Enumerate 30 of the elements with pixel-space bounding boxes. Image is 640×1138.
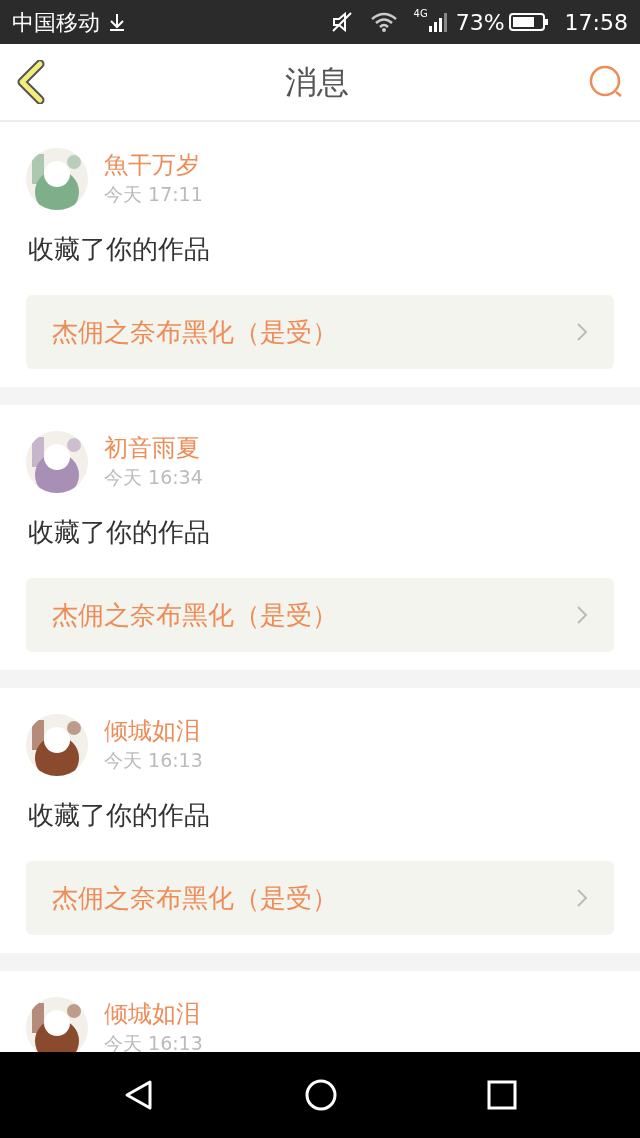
message-time: 今天 16:13 <box>104 747 203 773</box>
message-text: 收藏了你的作品 <box>28 233 211 266</box>
work-link[interactable]: 杰佣之奈布黑化（是受） <box>26 578 614 652</box>
message-time: 今天 17:11 <box>104 181 203 207</box>
user-name[interactable]: 倾城如泪 <box>104 715 203 746</box>
network-label: 4G <box>413 7 428 21</box>
chevron-icon <box>576 888 588 908</box>
carrier-name: 中国移动 <box>12 8 100 37</box>
work-link[interactable]: 杰佣之奈布黑化（是受） <box>26 861 614 935</box>
chevron-icon <box>576 322 588 342</box>
user-name[interactable]: 魚干万岁 <box>104 149 203 180</box>
message-text: 收藏了你的作品 <box>28 799 211 832</box>
back-icon[interactable] <box>16 60 46 104</box>
battery-percent: 73% <box>455 8 505 37</box>
battery-icon <box>508 12 549 32</box>
recents-icon[interactable] <box>487 1080 517 1110</box>
download-icon <box>108 12 126 32</box>
back-icon[interactable] <box>123 1079 155 1111</box>
signal-icon <box>427 11 448 33</box>
message-text: 收藏了你的作品 <box>28 516 211 549</box>
work-link[interactable]: 杰佣之奈布黑化（是受） <box>26 295 614 369</box>
user-name[interactable]: 初音雨夏 <box>104 432 203 463</box>
wifi-icon <box>369 11 398 33</box>
clock-time: 17:58 <box>564 8 628 37</box>
page-title: 消息 <box>285 62 349 103</box>
message-time: 今天 16:34 <box>104 464 203 490</box>
home-icon[interactable] <box>305 1079 337 1111</box>
chevron-icon <box>576 605 588 625</box>
message-time: 今天 16:13 <box>104 1030 203 1052</box>
user-name[interactable]: 倾城如泪 <box>104 998 203 1029</box>
